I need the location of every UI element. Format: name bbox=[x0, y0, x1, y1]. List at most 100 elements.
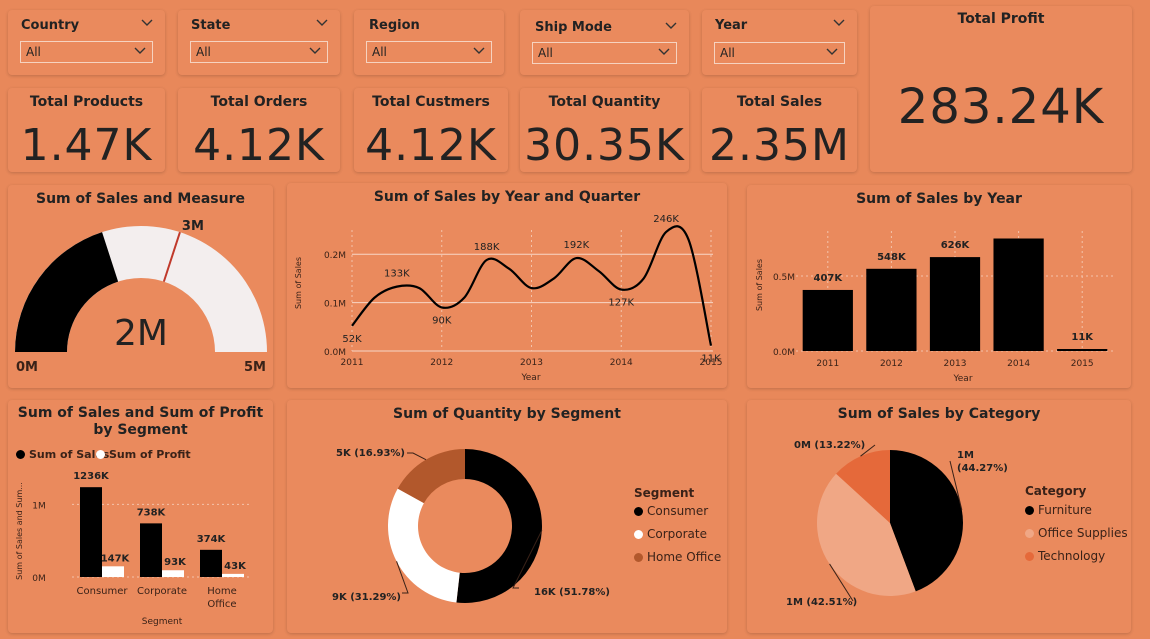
kpi-total-quantity: Total Quantity 30.35K bbox=[520, 88, 689, 172]
legend-item-home-office[interactable]: Home Office bbox=[634, 550, 721, 564]
x-tick-label: 2014 bbox=[1007, 359, 1030, 369]
data-label: 11K bbox=[1071, 332, 1094, 343]
data-label: 133K bbox=[384, 269, 410, 280]
legend-label: Office Supplies bbox=[1038, 526, 1128, 540]
data-label: 147K bbox=[101, 553, 131, 564]
data-label: 626K bbox=[941, 240, 971, 251]
bar[interactable] bbox=[200, 549, 222, 577]
bar[interactable] bbox=[993, 238, 1044, 352]
chevron-down-icon bbox=[473, 47, 485, 54]
legend-item-consumer[interactable]: Consumer bbox=[634, 504, 708, 518]
donut-card[interactable]: Sum of Quantity by Segment 16K (51.78%) 9… bbox=[287, 400, 727, 633]
slicer-dropdown[interactable]: All bbox=[20, 41, 153, 63]
x-tick-label: Corporate bbox=[137, 586, 187, 597]
chevron-down-icon bbox=[826, 48, 838, 55]
bar[interactable] bbox=[866, 268, 917, 351]
x-axis-title: Year bbox=[952, 374, 972, 384]
y-tick-label: 1M bbox=[32, 501, 46, 511]
data-label: 374K bbox=[197, 534, 227, 545]
data-label: 5K (16.93%) bbox=[336, 448, 405, 459]
legend-label: Furniture bbox=[1038, 503, 1092, 517]
x-tick-label: 2011 bbox=[341, 358, 364, 368]
legend-dot bbox=[634, 507, 643, 516]
slicer-dropdown[interactable]: All bbox=[366, 41, 492, 63]
data-label: 407K bbox=[813, 273, 843, 284]
bar-year-card[interactable]: Sum of Sales by Year 407K 548K 626K 11K 201… bbox=[747, 185, 1131, 388]
bar[interactable] bbox=[929, 257, 981, 351]
data-label: 548K bbox=[877, 252, 907, 263]
slicer-year[interactable]: Year All bbox=[702, 10, 857, 75]
slicer-label: Ship Mode bbox=[535, 20, 612, 35]
gauge-value-label: 2M bbox=[114, 313, 168, 354]
y-tick-label: 0.1M bbox=[324, 300, 346, 310]
x-tick-label: 2013 bbox=[944, 359, 967, 369]
x-tick-label: 2015 bbox=[700, 358, 723, 368]
kpi-value: 4.12K bbox=[365, 120, 497, 171]
data-label: 738K bbox=[137, 507, 167, 518]
gauge-chart[interactable]: 3M 2M 0M 5M bbox=[8, 185, 273, 388]
kpi-value: 30.35K bbox=[524, 120, 685, 171]
bar[interactable] bbox=[802, 289, 853, 351]
gauge-target-label: 3M bbox=[182, 219, 204, 234]
slicer-dropdown[interactable]: All bbox=[190, 41, 328, 63]
chevron-down-icon[interactable] bbox=[141, 19, 153, 27]
chevron-down-icon[interactable] bbox=[665, 22, 677, 30]
pie-card[interactable]: Sum of Sales by Category 1M (44.27%) 1M (4… bbox=[747, 400, 1131, 633]
kpi-value: 1.47K bbox=[20, 120, 153, 171]
legend-title: Category bbox=[1025, 484, 1087, 498]
donut-slice[interactable] bbox=[456, 449, 542, 603]
segment-bar-chart[interactable]: 1236K 147K 738K 93K 374K 43K Consumer Corporat… bbox=[8, 400, 273, 633]
data-label: 16K (51.78%) bbox=[534, 587, 610, 598]
kpi-label: Total Sales bbox=[736, 94, 823, 110]
leader-line bbox=[407, 452, 427, 461]
kpi-label: Total Quantity bbox=[548, 94, 661, 110]
legend-dot bbox=[1025, 529, 1034, 538]
data-label: 9K (31.29%) bbox=[332, 592, 401, 603]
kpi-total-products: Total Products 1.47K bbox=[8, 88, 165, 172]
slicer-ship-mode[interactable]: Ship Mode All bbox=[520, 10, 689, 75]
bar[interactable] bbox=[1057, 349, 1108, 351]
donut-slice[interactable] bbox=[388, 488, 460, 603]
kpi-value: 283.24K bbox=[897, 79, 1105, 135]
bar[interactable] bbox=[80, 487, 102, 577]
gauge-value-arc[interactable] bbox=[15, 232, 119, 352]
legend-label: Technology bbox=[1038, 549, 1106, 563]
line-chart-card[interactable]: Sum of Sales by Year and Quarter 52K 133K… bbox=[287, 183, 727, 388]
y-axis-title: Sum of Sales bbox=[755, 259, 764, 311]
x-axis-title: Segment bbox=[142, 617, 183, 627]
y-tick-label: 0.2M bbox=[324, 251, 346, 261]
gauge-card[interactable]: Sum of Sales and Measure 3M 2M 0M 5M bbox=[8, 185, 273, 388]
legend-item-technology[interactable]: Technology bbox=[1025, 549, 1105, 563]
slicer-value: All bbox=[538, 46, 553, 60]
data-label: 192K bbox=[564, 240, 590, 251]
legend-dot bbox=[1025, 506, 1034, 515]
y-tick-label: 0.0M bbox=[773, 348, 795, 358]
bar[interactable] bbox=[162, 570, 184, 577]
chevron-down-icon bbox=[309, 47, 321, 54]
slicer-state[interactable]: State All bbox=[178, 10, 340, 75]
legend-item-office-supplies[interactable]: Office Supplies bbox=[1025, 526, 1128, 540]
legend-item-furniture[interactable]: Furniture bbox=[1025, 503, 1092, 517]
data-label: 90K bbox=[432, 315, 452, 326]
x-tick-label: 2013 bbox=[520, 358, 543, 368]
chevron-down-icon bbox=[134, 47, 146, 54]
chevron-down-icon[interactable] bbox=[833, 19, 845, 27]
legend-dot bbox=[634, 530, 643, 539]
bar[interactable] bbox=[222, 573, 244, 577]
chevron-down-icon[interactable] bbox=[316, 19, 328, 27]
kpi-value: 2.35M bbox=[709, 120, 850, 171]
kpi-label: Total Orders bbox=[210, 94, 308, 110]
bar[interactable] bbox=[102, 566, 124, 577]
slicer-dropdown[interactable]: All bbox=[714, 42, 845, 64]
y-tick-label: 0M bbox=[32, 574, 46, 584]
line-chart[interactable]: 52K133K90K188K 192K127K246K11K 2011 2012 20… bbox=[287, 183, 727, 388]
bar[interactable] bbox=[140, 523, 162, 577]
slicer-country[interactable]: Country All bbox=[8, 10, 165, 75]
data-label: (44.27%) bbox=[957, 463, 1008, 474]
kpi-total-customers: Total Custmers 4.12K bbox=[354, 88, 508, 172]
segment-bar-card[interactable]: Sum of Sales and Sum of Profit by Segmen… bbox=[8, 400, 273, 633]
slicer-dropdown[interactable]: All bbox=[532, 42, 677, 64]
slicer-region[interactable]: Region All bbox=[354, 10, 504, 75]
bar-year-chart[interactable]: 407K 548K 626K 11K 2011 2012 2013 2014 2015 0.0… bbox=[747, 185, 1131, 388]
legend-item-corporate[interactable]: Corporate bbox=[634, 527, 707, 541]
